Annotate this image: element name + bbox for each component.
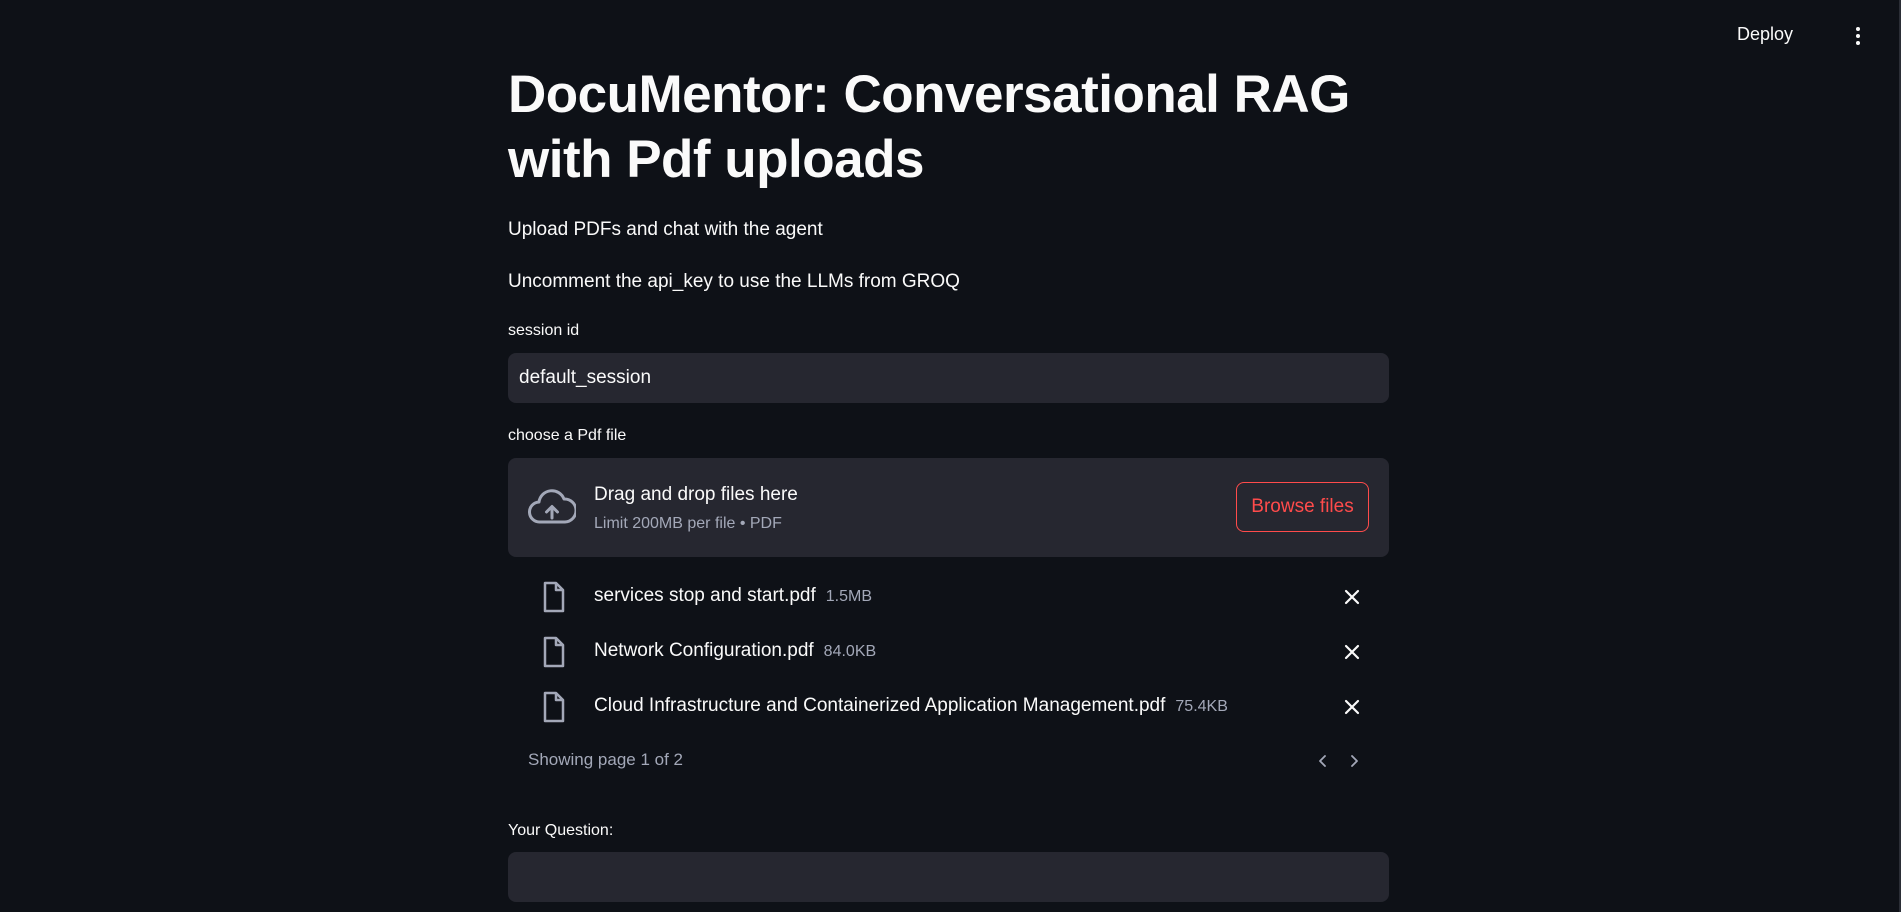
- file-size: 84.0KB: [823, 643, 877, 660]
- page-title: DocuMentor: Conversational RAG with Pdf …: [508, 65, 1350, 189]
- pdf-uploader-label: choose a Pdf file: [508, 427, 627, 444]
- question-label: Your Question:: [508, 822, 614, 839]
- chevron-left-icon[interactable]: [1315, 753, 1331, 769]
- file-name: services stop and start.pdf: [594, 585, 816, 606]
- dropzone-title: Drag and drop files here: [594, 484, 798, 505]
- deploy-button[interactable]: Deploy: [1737, 24, 1793, 45]
- file-size: 1.5MB: [825, 588, 873, 605]
- file-icon: [543, 636, 565, 668]
- uploaded-file-row: services stop and start.pdf 1.5MB: [508, 576, 1389, 616]
- chevron-right-icon[interactable]: [1346, 753, 1362, 769]
- cloud-upload-icon: [528, 489, 576, 524]
- uploaded-file-row: Cloud Infrastructure and Containerized A…: [508, 686, 1389, 726]
- file-dropzone[interactable]: Drag and drop files here Limit 200MB per…: [508, 458, 1389, 557]
- file-icon: [543, 691, 565, 723]
- close-icon[interactable]: [1343, 643, 1361, 661]
- pagination-status: Showing page 1 of 2: [528, 750, 684, 769]
- close-icon[interactable]: [1343, 588, 1361, 606]
- session-id-value: default_session: [519, 367, 652, 388]
- dropzone-limit-text: Limit 200MB per file • PDF: [594, 515, 782, 532]
- uploaded-file-row: Network Configuration.pdf 84.0KB: [508, 631, 1389, 671]
- file-name: Network Configuration.pdf: [594, 640, 814, 661]
- question-input[interactable]: [508, 852, 1389, 902]
- browse-files-button[interactable]: Browse files: [1236, 482, 1369, 532]
- file-size: 75.4KB: [1175, 698, 1228, 715]
- close-icon[interactable]: [1343, 698, 1361, 716]
- file-icon: [543, 581, 565, 613]
- main-content: DocuMentor: Conversational RAG with Pdf …: [508, 0, 1389, 902]
- file-name: Cloud Infrastructure and Containerized A…: [594, 695, 1166, 716]
- api-key-note: Uncomment the api_key to use the LLMs fr…: [508, 271, 960, 292]
- more-vertical-icon[interactable]: [1851, 24, 1865, 48]
- intro-text: Upload PDFs and chat with the agent: [508, 219, 823, 240]
- session-id-label: session id: [508, 322, 580, 339]
- session-id-input[interactable]: default_session: [508, 353, 1389, 403]
